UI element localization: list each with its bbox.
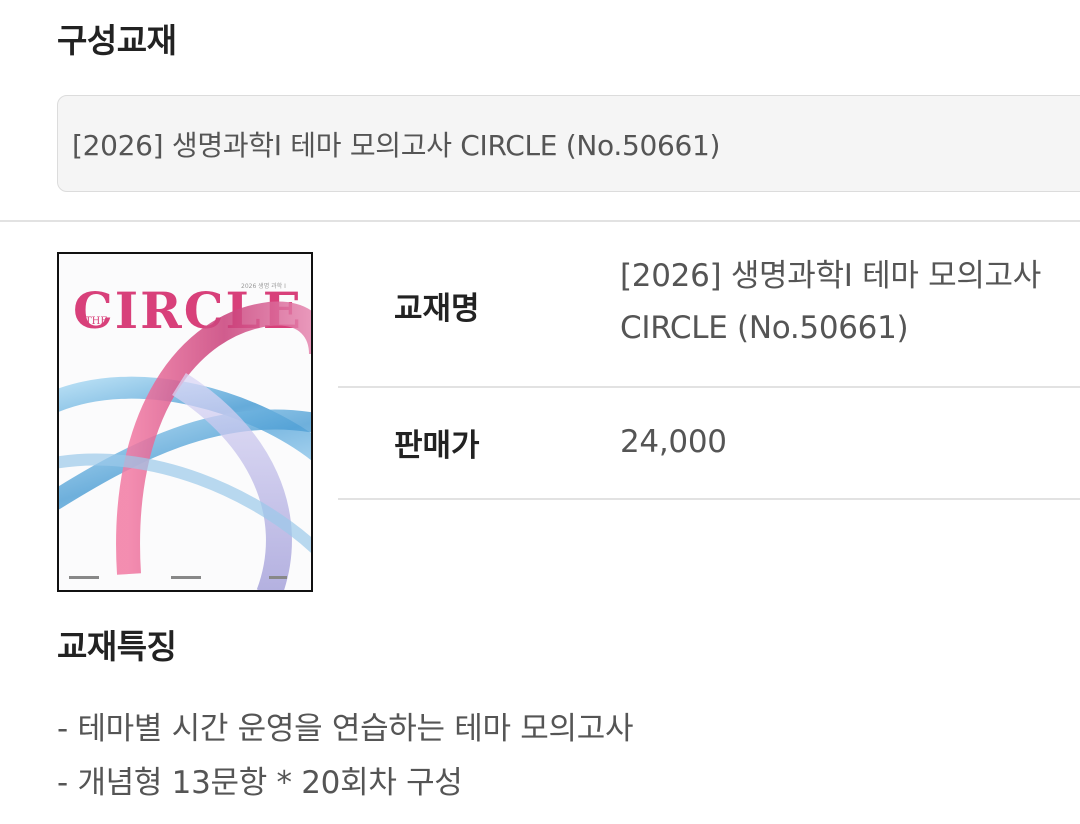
row-divider xyxy=(338,386,1080,388)
book-name-label: 교재명 xyxy=(394,291,480,327)
composition-select-value: [2026] 생명과학I 테마 모의고사 CIRCLE (No.50661) xyxy=(72,128,721,162)
price-label: 판매가 xyxy=(394,428,480,464)
section-divider xyxy=(0,220,1080,222)
composition-select[interactable]: [2026] 생명과학I 테마 모의고사 CIRCLE (No.50661) xyxy=(57,95,1080,192)
book-cover-image: 2026 생명 과학 I THE CIRCLE xyxy=(57,252,313,592)
feature-item: - 테마별 시간 운영을 연습하는 테마 모의고사 xyxy=(57,711,634,747)
price-value: 24,000 xyxy=(620,424,727,460)
feature-item: - 개념형 13문항 * 20회차 구성 xyxy=(57,765,463,801)
cover-author-mark xyxy=(269,576,287,579)
book-name-value: [2026] 생명과학I 테마 모의고사 CIRCLE (No.50661) xyxy=(620,258,1041,346)
features-title: 교재특징 xyxy=(57,627,177,666)
composition-title: 구성교재 xyxy=(57,21,177,60)
cover-publisher-mark xyxy=(69,576,99,579)
cover-footer-mark xyxy=(171,576,201,579)
row-divider xyxy=(338,498,1080,500)
